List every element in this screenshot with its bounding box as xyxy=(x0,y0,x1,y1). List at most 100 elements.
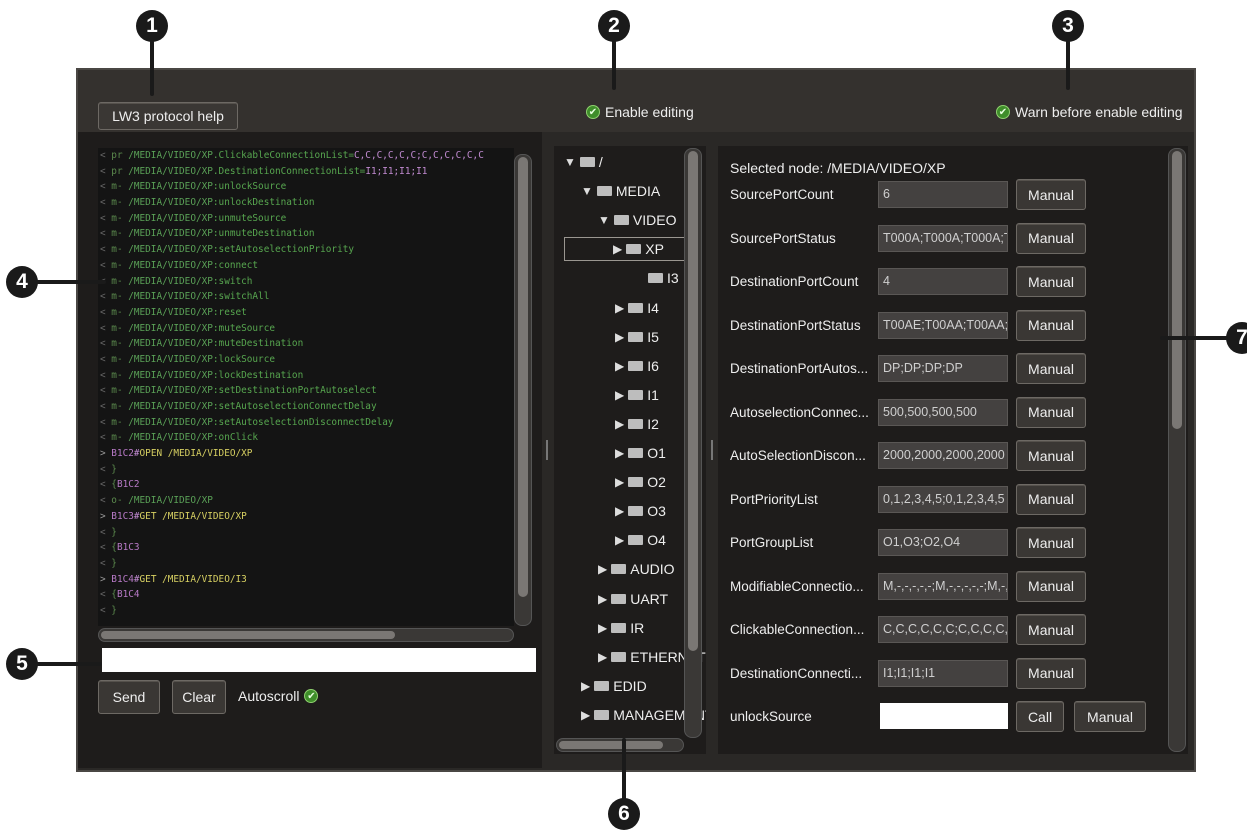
expanded-arrow-icon[interactable]: ▼ xyxy=(564,155,576,169)
tree-hscroll[interactable] xyxy=(556,738,684,752)
property-value-field[interactable]: 6 xyxy=(878,181,1008,208)
collapsed-arrow-icon[interactable]: ▶ xyxy=(615,446,624,460)
terminal-log[interactable]: < pr /MEDIA/VIDEO/XP.ClickableConnection… xyxy=(98,148,514,626)
properties-vscroll-thumb[interactable] xyxy=(1172,151,1182,429)
tree-vscroll-thumb[interactable] xyxy=(688,151,698,651)
collapsed-arrow-icon[interactable]: ▶ xyxy=(598,592,607,606)
collapsed-arrow-icon[interactable]: ▶ xyxy=(615,504,624,518)
terminal-line-segment: < xyxy=(100,291,112,303)
collapsed-arrow-icon[interactable]: ▶ xyxy=(615,359,624,373)
collapsed-arrow-icon[interactable]: ▶ xyxy=(615,475,624,489)
manual-button[interactable]: Manual xyxy=(1016,527,1086,558)
terminal-vscroll-thumb[interactable] xyxy=(518,157,528,597)
check-icon: ✔ xyxy=(586,105,600,119)
property-value-field[interactable]: 2000,2000,2000,2000 xyxy=(878,442,1008,469)
tree-node-i1[interactable]: ▶ I1 xyxy=(615,387,659,403)
manual-button[interactable]: Manual xyxy=(1016,222,1086,254)
tree-node-ir[interactable]: ▶ IR xyxy=(598,620,644,636)
property-value-field[interactable]: DP;DP;DP;DP xyxy=(878,355,1008,382)
splitter-left[interactable] xyxy=(546,440,548,460)
tree-vscroll[interactable] xyxy=(684,148,702,738)
manual-button[interactable]: Manual xyxy=(1016,483,1086,515)
tree-node-o4[interactable]: ▶ O4 xyxy=(615,532,666,548)
collapsed-arrow-icon[interactable]: ▶ xyxy=(598,562,607,576)
property-value-field[interactable]: C,C,C,C,C,C;C,C,C,C,C,C xyxy=(878,616,1008,643)
method-argument-input[interactable] xyxy=(880,703,1008,729)
collapsed-arrow-icon[interactable]: ▶ xyxy=(615,533,624,547)
terminal-hscroll[interactable] xyxy=(98,628,514,642)
collapsed-arrow-icon[interactable]: ▶ xyxy=(598,650,607,664)
property-value-field[interactable]: I1;I1;I1;I1 xyxy=(878,659,1008,687)
clear-button[interactable]: Clear xyxy=(172,680,226,714)
collapsed-arrow-icon[interactable]: ▶ xyxy=(598,621,607,635)
manual-button[interactable]: Manual xyxy=(1016,179,1086,210)
tree-node-i2[interactable]: ▶ I2 xyxy=(615,416,659,432)
tree-node-o2[interactable]: ▶ O2 xyxy=(615,474,666,490)
terminal-line: < pr /MEDIA/VIDEO/XP.ClickableConnection… xyxy=(98,148,514,164)
tree-hscroll-thumb[interactable] xyxy=(559,741,663,749)
tree-node-o3[interactable]: ▶ O3 xyxy=(615,503,666,519)
terminal-line-segment: pr xyxy=(111,150,129,161)
property-name: SourcePortCount xyxy=(730,187,834,202)
manual-button[interactable]: Manual xyxy=(1016,657,1086,689)
property-value-field[interactable]: 500,500,500,500 xyxy=(878,398,1008,426)
terminal-line-segment: < xyxy=(100,322,112,334)
property-value-field[interactable]: T00AE;T00AA;T00AA;T00AA xyxy=(878,311,1008,339)
manual-button[interactable]: Manual xyxy=(1016,353,1086,384)
manual-button[interactable]: Manual xyxy=(1074,701,1146,732)
collapsed-arrow-icon[interactable]: ▶ xyxy=(615,388,624,402)
terminal-vscroll[interactable] xyxy=(514,154,532,626)
autoscroll-toggle[interactable]: Autoscroll ✔ xyxy=(238,688,319,704)
enable-editing-toggle[interactable]: ✔ Enable editing xyxy=(586,104,694,120)
properties-vscroll[interactable] xyxy=(1168,148,1186,752)
command-input[interactable] xyxy=(102,648,536,672)
manual-button[interactable]: Manual xyxy=(1016,396,1086,428)
expanded-arrow-icon[interactable]: ▼ xyxy=(581,184,593,198)
tree-node-media[interactable]: ▼ MEDIA xyxy=(581,183,660,199)
terminal-hscroll-thumb[interactable] xyxy=(101,631,395,639)
collapsed-arrow-icon[interactable]: ▶ xyxy=(615,417,624,431)
tree-node-i3[interactable]: I3 xyxy=(632,270,679,286)
lw3-protocol-help-button[interactable]: LW3 protocol help xyxy=(98,102,238,130)
tree-node-i6[interactable]: ▶ I6 xyxy=(615,358,659,374)
terminal-line-segment: m- xyxy=(111,212,129,224)
terminal-line: > B1C3#GET /MEDIA/VIDEO/XP xyxy=(98,509,514,525)
terminal-line: < m- /MEDIA/VIDEO/XP:unlockSource xyxy=(98,179,514,195)
tree-node-audio[interactable]: ▶ AUDIO xyxy=(598,561,675,577)
terminal-line: < m- /MEDIA/VIDEO/XP:unlockDestination xyxy=(98,195,514,211)
tree-node-[interactable]: ▼ / xyxy=(564,154,603,170)
collapsed-arrow-icon[interactable]: ▶ xyxy=(615,301,624,315)
call-button[interactable]: Call xyxy=(1016,701,1064,732)
manual-button[interactable]: Manual xyxy=(1016,614,1086,645)
manual-button[interactable]: Manual xyxy=(1016,309,1086,341)
expanded-arrow-icon[interactable]: ▼ xyxy=(598,213,610,227)
terminal-line-segment: m- xyxy=(111,322,129,334)
tree-node-uart[interactable]: ▶ UART xyxy=(598,591,668,607)
property-value-field[interactable]: M,-,-,-,-,-;M,-,-,-,-,-;M,-,-,- xyxy=(878,572,1008,600)
property-value-field[interactable]: 0,1,2,3,4,5;0,1,2,3,4,5 xyxy=(878,485,1008,513)
warn-before-editing-toggle[interactable]: ✔ Warn before enable editing xyxy=(996,104,1183,120)
terminal-line-segment: m- xyxy=(111,275,129,287)
tree-node-video[interactable]: ▼ VIDEO xyxy=(598,212,676,228)
manual-button[interactable]: Manual xyxy=(1016,440,1086,471)
collapsed-arrow-icon[interactable]: ▶ xyxy=(581,679,590,693)
tree-node-o1[interactable]: ▶ O1 xyxy=(615,445,666,461)
collapsed-arrow-icon[interactable]: ▶ xyxy=(581,708,590,722)
folder-icon xyxy=(628,477,644,488)
tree-node-i5[interactable]: ▶ I5 xyxy=(615,329,659,345)
send-button[interactable]: Send xyxy=(98,680,160,714)
property-value-field[interactable]: 4 xyxy=(878,268,1008,295)
splitter-right[interactable] xyxy=(711,440,713,460)
tree-node-xp[interactable]: ▶ XP xyxy=(564,237,687,262)
tree-node-i4[interactable]: ▶ I4 xyxy=(615,300,659,316)
collapsed-arrow-icon[interactable]: ▶ xyxy=(615,330,624,344)
property-value-field[interactable]: T000A;T000A;T000A;T000A xyxy=(878,224,1008,252)
property-value-field[interactable]: O1,O3;O2,O4 xyxy=(878,529,1008,556)
callout-1: 1 xyxy=(136,10,168,42)
callout-6: 6 xyxy=(608,798,640,830)
tree-node-edid[interactable]: ▶ EDID xyxy=(581,678,647,694)
manual-button[interactable]: Manual xyxy=(1016,570,1086,602)
terminal-line-segment: :unlockDestination xyxy=(212,197,315,209)
collapsed-arrow-icon[interactable]: ▶ xyxy=(613,242,622,256)
manual-button[interactable]: Manual xyxy=(1016,266,1086,297)
